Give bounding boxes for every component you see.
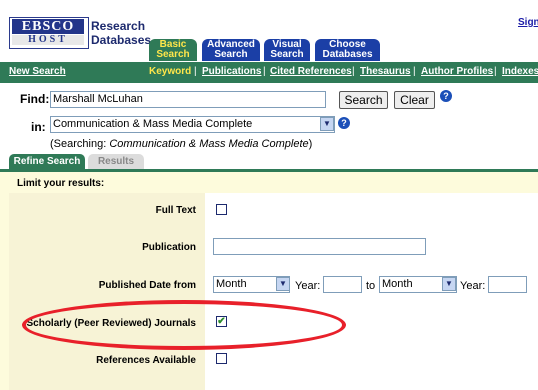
nav-keyword[interactable]: Keyword	[149, 66, 191, 77]
publication-label: Publication	[142, 242, 196, 253]
tab-advanced-search[interactable]: Advanced Search	[202, 39, 260, 61]
database-select[interactable]: Communication & Mass Media Complete	[50, 116, 335, 133]
tab-results[interactable]: Results	[88, 154, 144, 169]
tab-choose-databases[interactable]: Choose Databases	[315, 39, 380, 61]
nav-publications[interactable]: Publications	[202, 66, 261, 77]
tab-label-line2: Databases	[322, 49, 373, 60]
nav-separator: |	[263, 66, 266, 77]
brand-title: Research Databases	[91, 19, 151, 47]
tab-label-line2: Search	[270, 49, 304, 60]
nav-cited-references[interactable]: Cited References	[270, 66, 352, 77]
references-checkbox[interactable]	[216, 353, 227, 364]
nav-separator: |	[413, 66, 416, 77]
year-from-label: Year:	[295, 280, 321, 292]
month-from-value: Month	[216, 278, 247, 290]
nav-separator: |	[194, 66, 197, 77]
search-button[interactable]: Search	[339, 91, 388, 109]
nav-author-profiles[interactable]: Author Profiles	[421, 66, 493, 77]
brand-line-1: Research	[91, 19, 146, 33]
find-input[interactable]: Marshall McLuhan	[50, 91, 326, 108]
tab-visual-search[interactable]: Visual Search	[264, 39, 310, 61]
tab-label-line2: Search	[214, 49, 248, 60]
chevron-down-icon[interactable]: ▼	[442, 277, 456, 291]
help-icon[interactable]: ?	[440, 90, 452, 102]
searching-database: Communication & Mass Media Complete	[109, 138, 309, 150]
tab-basic-search[interactable]: Basic Search	[149, 39, 197, 61]
nav-separator: |	[494, 66, 497, 77]
year-to-input[interactable]	[488, 276, 527, 293]
brand-line-2: Databases	[91, 33, 152, 47]
month-to-value: Month	[382, 278, 413, 290]
nav-separator: |	[352, 66, 355, 77]
searching-note: (Searching: Communication & Mass Media C…	[50, 138, 312, 150]
searching-suffix: )	[308, 138, 313, 150]
tab-refine-search[interactable]: Refine Search	[9, 154, 85, 169]
logo-ebsco-text: EBSCO	[12, 19, 84, 34]
clear-button[interactable]: Clear	[394, 91, 435, 109]
nav-indexes[interactable]: Indexes	[502, 66, 538, 77]
find-label: Find:	[20, 92, 50, 106]
tab-label-line2: Search	[156, 49, 190, 60]
sign-in-link[interactable]: Sign	[518, 17, 538, 28]
chevron-down-icon[interactable]: ▼	[276, 277, 290, 291]
publication-input[interactable]	[213, 238, 426, 255]
limits-heading: Limit your results:	[17, 178, 105, 189]
full-text-label: Full Text	[155, 205, 196, 216]
searching-prefix: (Searching:	[50, 138, 107, 150]
highlight-ellipse	[22, 300, 346, 350]
nav-thesaurus[interactable]: Thesaurus	[360, 66, 411, 77]
to-label: to	[366, 280, 376, 292]
in-label: in:	[31, 120, 46, 134]
chevron-down-icon[interactable]: ▼	[320, 117, 334, 131]
database-selected-value: Communication & Mass Media Complete	[53, 118, 253, 130]
published-date-label: Published Date from	[98, 280, 196, 291]
full-text-checkbox[interactable]	[216, 204, 227, 215]
new-search-link[interactable]: New Search	[9, 66, 66, 77]
logo-host-text: HOST	[12, 35, 84, 45]
references-label: References Available	[96, 355, 196, 366]
year-to-label: Year:	[460, 280, 486, 292]
year-from-input[interactable]	[323, 276, 362, 293]
help-icon[interactable]: ?	[338, 117, 350, 129]
